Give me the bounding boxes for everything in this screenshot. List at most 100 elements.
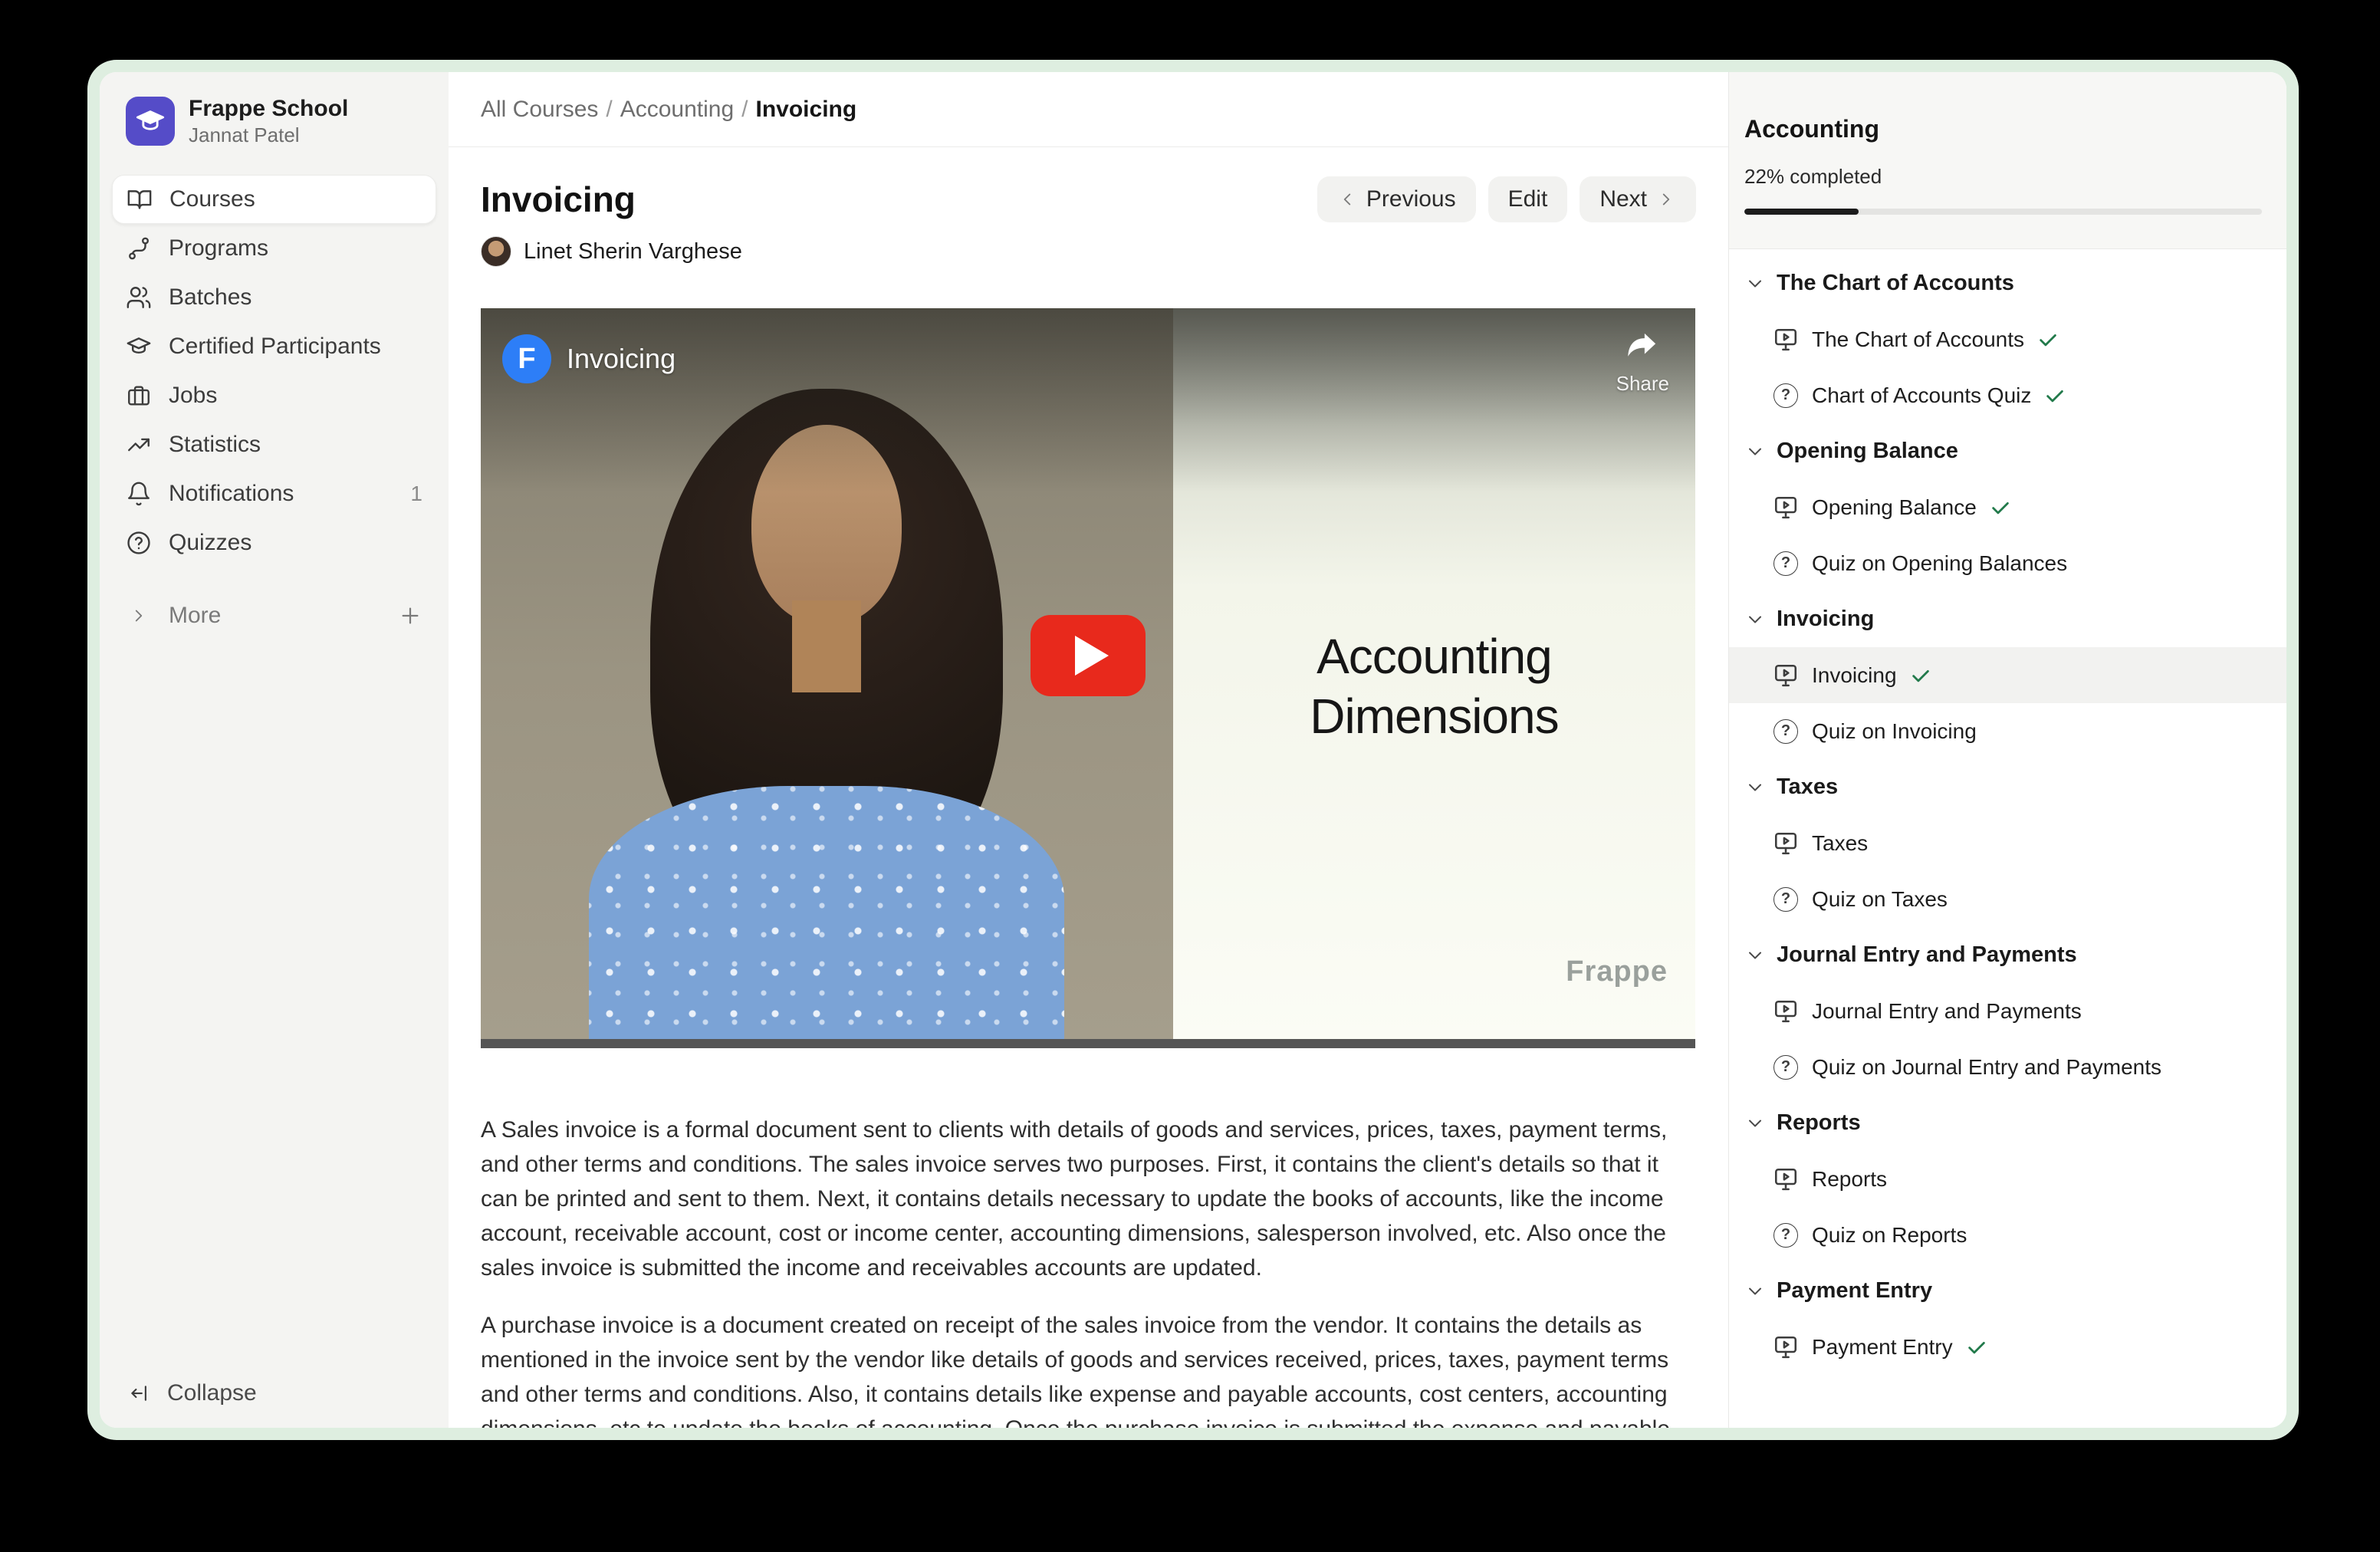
sidebar-more-label[interactable]: More bbox=[169, 603, 221, 629]
chevron-down-icon[interactable] bbox=[1744, 945, 1766, 966]
help-circle-icon bbox=[126, 530, 152, 556]
presenter-neck bbox=[792, 600, 861, 692]
chapter-row[interactable]: Journal Entry and Payments bbox=[1729, 927, 2286, 983]
collapse-sidebar-button[interactable]: Collapse bbox=[129, 1380, 257, 1406]
breadcrumb: All Courses / Accounting / Invoicing bbox=[449, 72, 1728, 147]
workspace-switcher[interactable]: Frappe School Jannat Patel bbox=[100, 95, 449, 147]
share-button[interactable]: Share bbox=[1616, 331, 1669, 396]
next-button[interactable]: Next bbox=[1580, 176, 1696, 222]
notifications-count-badge: 1 bbox=[410, 482, 422, 506]
video-player[interactable]: Accounting Dimensions Frappe F Invoicing bbox=[481, 308, 1695, 1048]
breadcrumb-course[interactable]: Accounting bbox=[620, 97, 734, 123]
author-avatar bbox=[481, 236, 511, 267]
lesson-title: Taxes bbox=[1812, 831, 1868, 856]
lesson-title: Quiz on Taxes bbox=[1812, 887, 1948, 912]
graduation-cap-icon bbox=[126, 334, 152, 360]
course-progress-header: Accounting 22% completed bbox=[1729, 72, 2286, 249]
quiz-icon: ? bbox=[1772, 1054, 1800, 1081]
chevron-down-icon[interactable] bbox=[1744, 273, 1766, 294]
chevron-down-icon[interactable] bbox=[1744, 441, 1766, 462]
breadcrumb-separator: / bbox=[741, 97, 748, 123]
outline-list: The Chart of Accounts The Chart of Accou… bbox=[1729, 249, 2286, 1428]
sidebar-more-row: More bbox=[100, 603, 449, 629]
frappe-school-logo bbox=[126, 97, 175, 146]
share-icon bbox=[1625, 331, 1660, 363]
chapter-title: Payment Entry bbox=[1777, 1278, 1932, 1304]
lesson-title: Opening Balance bbox=[1812, 495, 1977, 520]
sidebar-item-label: Batches bbox=[169, 284, 251, 311]
course-outline-sidebar: Accounting 22% completed The Chart of Ac… bbox=[1728, 72, 2286, 1428]
collapse-label: Collapse bbox=[167, 1380, 257, 1406]
collapse-icon bbox=[129, 1382, 152, 1405]
chapter-row[interactable]: Invoicing bbox=[1729, 591, 2286, 647]
lesson-title: The Chart of Accounts bbox=[1812, 327, 2024, 352]
lesson-row[interactable]: ? Quiz on Reports bbox=[1729, 1207, 2286, 1263]
chevron-down-icon[interactable] bbox=[1744, 777, 1766, 798]
main-area: All Courses / Accounting / Invoicing Inv… bbox=[449, 72, 1728, 1428]
chevron-left-icon bbox=[1337, 189, 1357, 209]
left-sidebar: Frappe School Jannat Patel Courses Progr… bbox=[100, 72, 449, 1428]
sidebar-item-jobs[interactable]: Jobs bbox=[112, 371, 436, 420]
chapter-title: Taxes bbox=[1777, 774, 1838, 800]
chapter-row[interactable]: Opening Balance bbox=[1729, 423, 2286, 479]
sidebar-item-notifications[interactable]: Notifications 1 bbox=[112, 469, 436, 518]
lesson-title: Quiz on Reports bbox=[1812, 1223, 1967, 1248]
lesson-row[interactable]: Invoicing bbox=[1729, 647, 2286, 703]
sidebar-item-quizzes[interactable]: Quizzes bbox=[112, 518, 436, 567]
sidebar-item-certified-participants[interactable]: Certified Participants bbox=[112, 322, 436, 371]
chapter-row[interactable]: Taxes bbox=[1729, 759, 2286, 815]
breadcrumb-current: Invoicing bbox=[756, 97, 857, 123]
lesson-nav-buttons: Previous Edit Next bbox=[1317, 176, 1696, 222]
lesson-title: Quiz on Invoicing bbox=[1812, 719, 1977, 744]
users-icon bbox=[126, 284, 152, 311]
video-lesson-icon bbox=[1772, 1333, 1800, 1361]
video-lesson-icon bbox=[1772, 1166, 1800, 1193]
progress-bar-fill bbox=[1744, 209, 1859, 215]
sidebar-item-statistics[interactable]: Statistics bbox=[112, 420, 436, 469]
chapter-row[interactable]: Reports bbox=[1729, 1095, 2286, 1151]
chevron-down-icon[interactable] bbox=[1744, 1281, 1766, 1302]
lesson-row[interactable]: ? Quiz on Journal Entry and Payments bbox=[1729, 1039, 2286, 1095]
lesson-paragraph: A purchase invoice is a document created… bbox=[481, 1308, 1695, 1428]
video-progress-bar[interactable] bbox=[481, 1039, 1695, 1048]
lesson-row[interactable]: Opening Balance bbox=[1729, 479, 2286, 535]
lesson-row[interactable]: Reports bbox=[1729, 1151, 2286, 1207]
play-button[interactable] bbox=[1031, 615, 1146, 696]
chevron-down-icon[interactable] bbox=[1744, 1113, 1766, 1134]
slide-title: Accounting Dimensions bbox=[1173, 626, 1695, 746]
lesson-row[interactable]: ? Chart of Accounts Quiz bbox=[1729, 367, 2286, 423]
video-lesson-icon bbox=[1772, 830, 1800, 857]
lesson-row[interactable]: Journal Entry and Payments bbox=[1729, 983, 2286, 1039]
chapter-row[interactable]: Payment Entry bbox=[1729, 1263, 2286, 1319]
lesson-row[interactable]: Taxes bbox=[1729, 815, 2286, 871]
lesson-content: Invoicing Previous Edit Next bbox=[449, 147, 1728, 1428]
presenter-blouse bbox=[589, 786, 1064, 1039]
chevron-right-icon[interactable] bbox=[129, 606, 149, 626]
previous-button[interactable]: Previous bbox=[1317, 176, 1476, 222]
lesson-row[interactable]: ? Quiz on Opening Balances bbox=[1729, 535, 2286, 591]
quiz-icon: ? bbox=[1772, 382, 1800, 409]
sidebar-item-label: Statistics bbox=[169, 432, 261, 458]
video-lesson-icon bbox=[1772, 326, 1800, 353]
edit-button[interactable]: Edit bbox=[1488, 176, 1568, 222]
sidebar-item-courses[interactable]: Courses bbox=[112, 175, 436, 224]
sidebar-item-batches[interactable]: Batches bbox=[112, 273, 436, 322]
quiz-icon: ? bbox=[1772, 550, 1800, 577]
video-lesson-icon bbox=[1772, 998, 1800, 1025]
add-icon[interactable] bbox=[398, 603, 422, 628]
lesson-row[interactable]: ? Quiz on Taxes bbox=[1729, 871, 2286, 927]
lesson-paragraph: A Sales invoice is a formal document sen… bbox=[481, 1113, 1695, 1285]
lesson-row[interactable]: The Chart of Accounts bbox=[1729, 311, 2286, 367]
video-title[interactable]: Invoicing bbox=[567, 343, 676, 375]
sidebar-item-programs[interactable]: Programs bbox=[112, 224, 436, 273]
lesson-row[interactable]: ? Quiz on Invoicing bbox=[1729, 703, 2286, 759]
sidebar-item-label: Certified Participants bbox=[169, 334, 381, 360]
lesson-completed-check-icon bbox=[2036, 328, 2059, 351]
chapter-row[interactable]: The Chart of Accounts bbox=[1729, 255, 2286, 311]
chevron-down-icon bbox=[398, 110, 426, 133]
chevron-down-icon[interactable] bbox=[1744, 609, 1766, 630]
course-title: Accounting bbox=[1744, 115, 2262, 143]
breadcrumb-all-courses[interactable]: All Courses bbox=[481, 97, 598, 123]
channel-avatar[interactable]: F bbox=[502, 334, 551, 383]
lesson-row[interactable]: Payment Entry bbox=[1729, 1319, 2286, 1375]
